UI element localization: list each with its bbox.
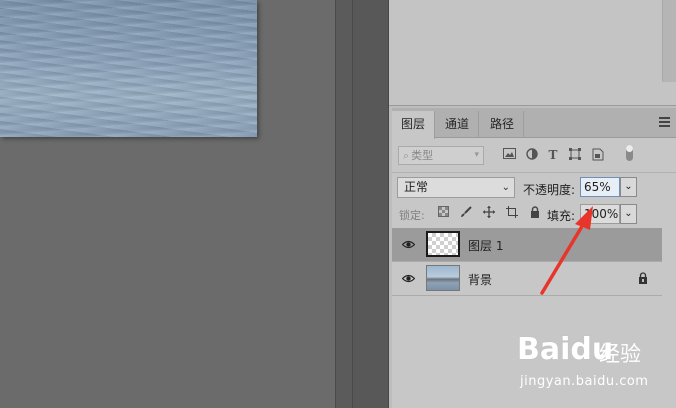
image-filter-icon[interactable] [502, 148, 516, 162]
blend-mode-value: 正常 [404, 180, 429, 194]
upper-panel-scrollbar[interactable] [662, 0, 676, 82]
opacity-input[interactable]: 65% [580, 177, 620, 197]
upper-panel [389, 0, 676, 106]
opacity-label: 不透明度: [523, 183, 576, 197]
layer-name[interactable]: 背景 [468, 271, 492, 288]
lock-transparency-icon[interactable] [436, 206, 450, 220]
type-filter-icon[interactable]: T [546, 148, 560, 162]
panel-splitter[interactable] [335, 0, 353, 408]
eye-icon[interactable] [401, 272, 416, 285]
shape-filter-icon[interactable] [568, 148, 582, 162]
fill-label: 填充: [547, 209, 576, 223]
canvas-image-water[interactable] [0, 0, 257, 137]
lock-label: 锁定: [399, 209, 425, 222]
panel-tab-bar: 图层 通道 路径 [392, 108, 676, 139]
layer-thumbnail[interactable] [426, 231, 460, 257]
lock-artboard-icon[interactable] [505, 206, 519, 220]
tab-channels[interactable]: 通道 [436, 111, 480, 138]
opacity-dropdown-button[interactable]: ⌄ [620, 177, 637, 197]
eye-icon[interactable] [401, 238, 416, 251]
chevron-down-icon: ⌄ [501, 182, 510, 193]
fill-input[interactable]: 100% [580, 204, 620, 224]
watermark-sub: 经验 [599, 342, 641, 366]
collapsed-dock-strip [353, 0, 389, 408]
layer-kind-filter[interactable]: ⌕ 类型 ▾ [398, 146, 484, 165]
layer-filter-row: ⌕ 类型 ▾ T [392, 140, 676, 170]
filter-toggle[interactable] [626, 145, 633, 161]
tab-layers[interactable]: 图层 [392, 111, 436, 139]
adjustment-filter-icon[interactable] [525, 148, 539, 162]
blend-mode-select[interactable]: 正常 ⌄ [397, 177, 515, 198]
baidu-watermark: Baidu 经验 jingyan.baidu.com [517, 332, 667, 392]
tab-paths[interactable]: 路径 [481, 111, 525, 138]
blend-row: 正常 ⌄ 不透明度: 65% ⌄ [392, 172, 676, 200]
layer-row[interactable]: 图层 1 [392, 228, 662, 262]
filter-kind-label: 类型 [411, 149, 434, 162]
search-icon: ⌕ [403, 149, 410, 162]
layer-row[interactable]: 背景 [392, 262, 662, 296]
smart-object-filter-icon[interactable] [591, 148, 605, 162]
panel-menu-icon[interactable] [659, 117, 670, 127]
document-canvas[interactable] [0, 0, 335, 408]
lock-image-pixels-icon[interactable] [459, 206, 473, 220]
lock-icon[interactable] [638, 272, 648, 284]
lock-all-icon[interactable] [528, 206, 542, 220]
watermark-url: jingyan.baidu.com [520, 374, 649, 389]
layers-list: 图层 1 背景 [392, 228, 662, 296]
chevron-down-icon: ▾ [474, 150, 479, 160]
layer-name[interactable]: 图层 1 [468, 237, 503, 254]
lock-position-icon[interactable] [482, 206, 496, 220]
fill-dropdown-button[interactable]: ⌄ [620, 204, 637, 224]
layer-thumbnail[interactable] [426, 265, 460, 291]
lock-row: 锁定: 填充: 100% ⌄ [392, 201, 676, 229]
